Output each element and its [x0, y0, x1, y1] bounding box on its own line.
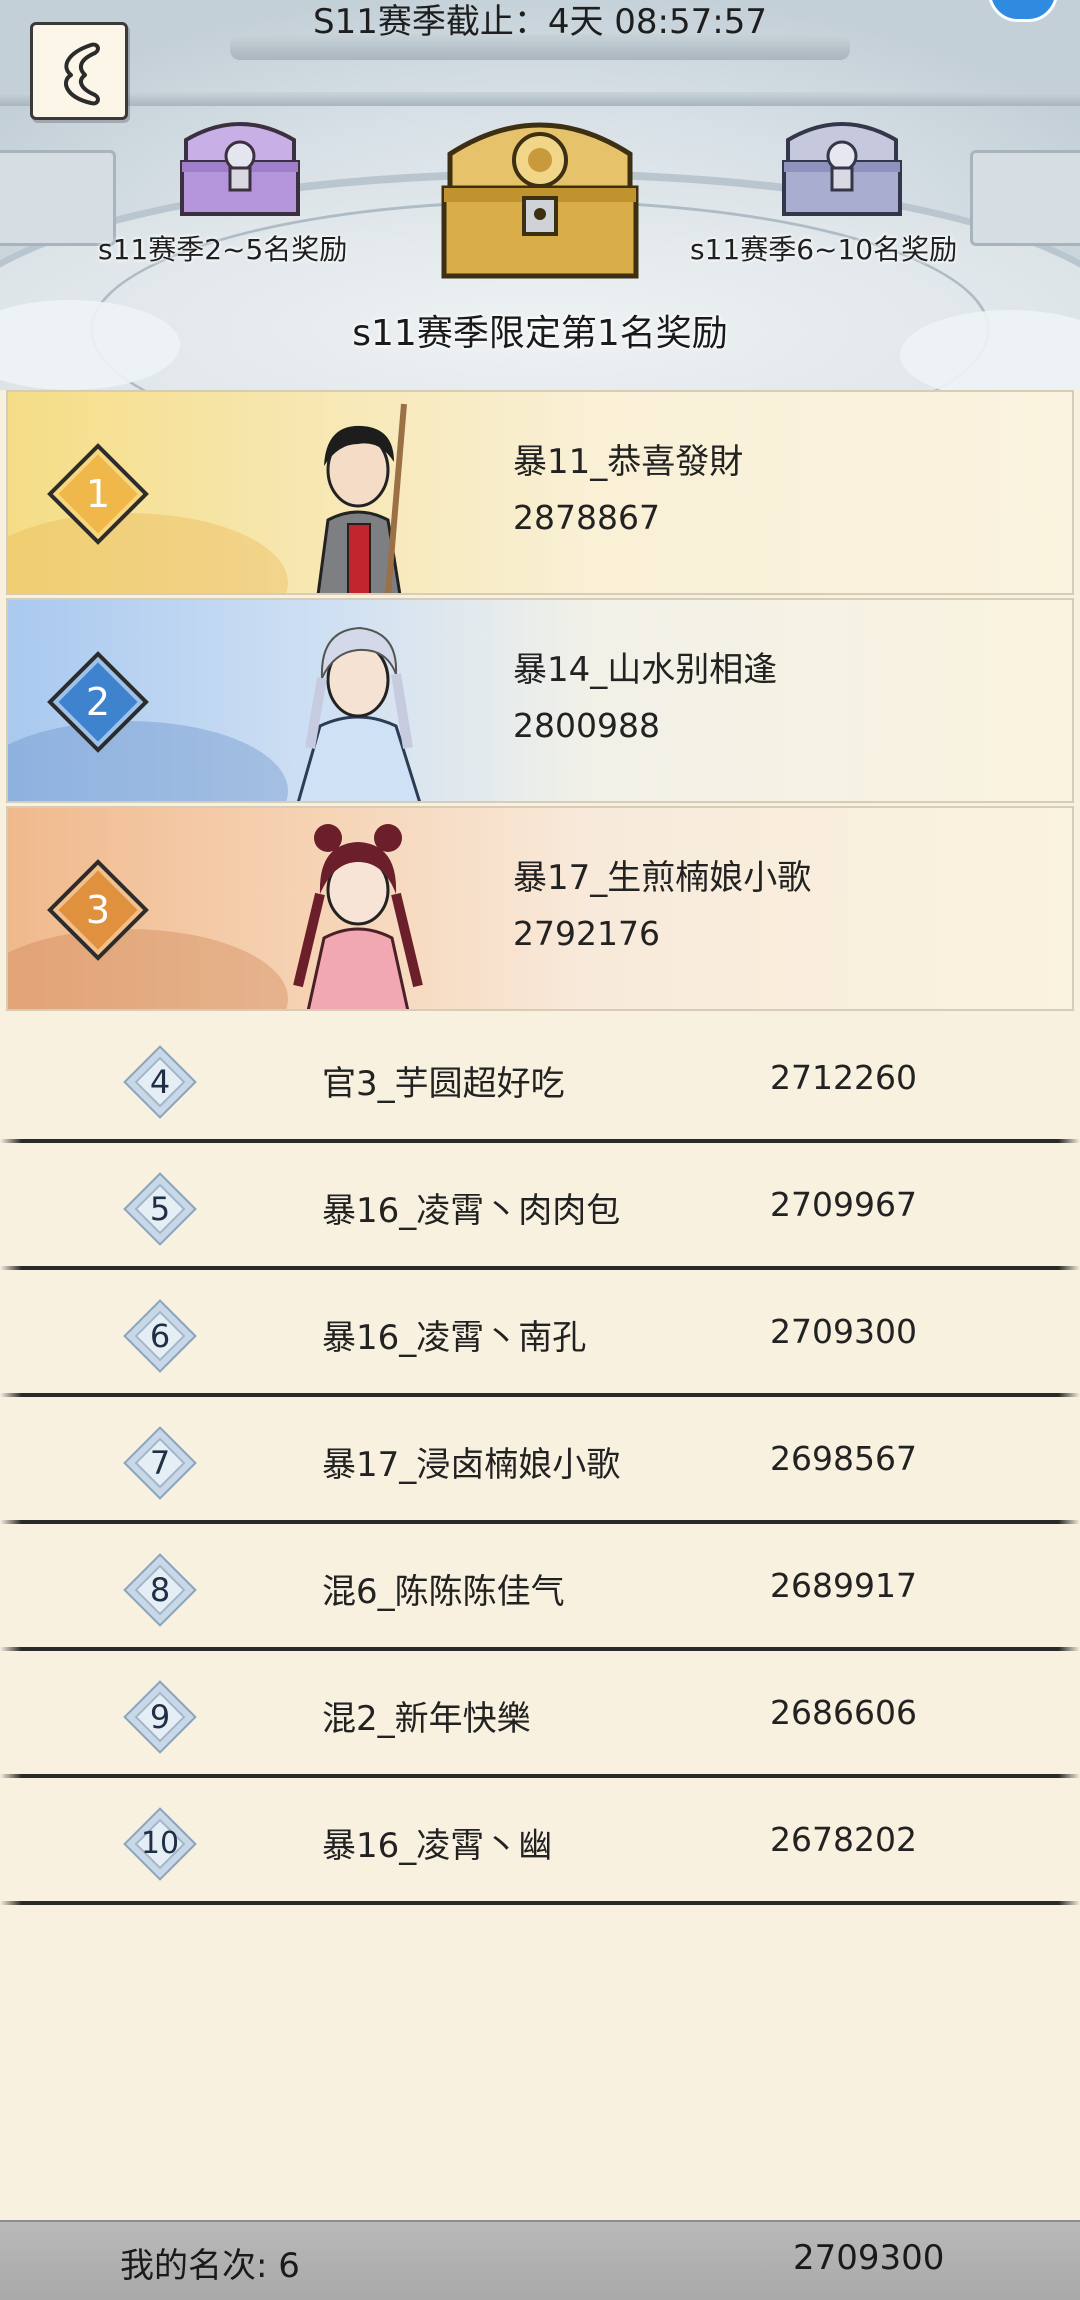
player-name: 混6_陈陈陈佳气: [322, 1572, 565, 1612]
rank-number: 5: [149, 1190, 171, 1228]
season-timer: S11赛季截止：4天 08:57:57: [313, 2, 767, 42]
player-score: 2800988: [513, 706, 660, 745]
player-score: 2678202: [770, 1820, 917, 1859]
leaderboard-row[interactable]: 9 混2_新年快樂 2686606: [0, 1651, 1080, 1778]
leaderboard-row[interactable]: 7 暴17_浸卤楠娘小歌 2698567: [0, 1397, 1080, 1524]
rank-number: 7: [149, 1444, 171, 1482]
player-name: 混2_新年快樂: [322, 1699, 531, 1739]
season-header: S11赛季截止：4天 08:57:57 s11赛季2~5名奖励 s11赛季限定第…: [0, 0, 1080, 390]
treasure-chest-main-icon[interactable]: [434, 90, 646, 290]
leaderboard-top-row[interactable]: 3 暴17_生煎楠娘小歌 2792176: [6, 806, 1074, 1011]
row-divider: [0, 1901, 1080, 1905]
leaderboard-row[interactable]: 8 混6_陈陈陈佳气 2689917: [0, 1524, 1080, 1651]
player-score: 2709967: [770, 1185, 917, 1224]
bronze-medal-icon: 3: [47, 859, 149, 961]
player-score: 2686606: [770, 1693, 917, 1732]
player-name: 暴16_凌霄丶幽: [322, 1826, 553, 1866]
rank-number: 3: [85, 888, 111, 932]
rank-badge-icon: 4: [120, 1042, 200, 1122]
treasure-chest-icon[interactable]: [774, 104, 910, 226]
leaderboard-row[interactable]: 10 暴16_凌霄丶幽 2678202: [0, 1778, 1080, 1905]
rank-number: 4: [149, 1063, 171, 1101]
rank-number: 1: [85, 472, 111, 516]
leaderboard-row[interactable]: 5 暴16_凌霄丶肉肉包 2709967: [0, 1143, 1080, 1270]
rank-badge-icon: 10: [120, 1804, 200, 1884]
rank-number: 6: [149, 1317, 171, 1355]
leaderboard-top-row[interactable]: 2 暴14_山水别相逢 2800988: [6, 598, 1074, 803]
my-rank-bar: 我的名次: 6 2709300: [0, 2220, 1080, 2300]
player-name: 暴14_山水别相逢: [513, 650, 778, 690]
leaderboard-row[interactable]: 6 暴16_凌霄丶南孔 2709300: [0, 1270, 1080, 1397]
player-name: 官3_芋圆超好吃: [322, 1064, 565, 1104]
stone-pillar-right: [970, 150, 1080, 246]
player-score: 2878867: [513, 498, 660, 537]
player-score: 2698567: [770, 1439, 917, 1478]
my-rank-label: 我的名次: 6: [120, 2246, 300, 2286]
rank-badge-icon: 5: [120, 1169, 200, 1249]
player-score: 2792176: [513, 914, 660, 953]
my-rank-score: 2709300: [793, 2238, 945, 2278]
avatar[interactable]: [258, 608, 458, 803]
leaderboard-row[interactable]: 4 官3_芋圆超好吃 2712260: [0, 1016, 1080, 1143]
player-name: 暴11_恭喜發財: [513, 442, 744, 482]
back-arrow-icon: [64, 42, 100, 106]
rank-number: 9: [149, 1698, 171, 1736]
back-button[interactable]: [30, 22, 128, 120]
avatar[interactable]: [258, 816, 458, 1011]
rank-badge-icon: 7: [120, 1423, 200, 1503]
silver-medal-icon: 2: [47, 651, 149, 753]
player-score: 2689917: [770, 1566, 917, 1605]
player-score: 2709300: [770, 1312, 917, 1351]
treasure-chest-icon[interactable]: [172, 104, 308, 226]
rank-number: 2: [85, 680, 111, 724]
leaderboard-top-row[interactable]: 1 暴11_恭喜發財 2878867: [6, 390, 1074, 595]
rank-number: 10: [140, 1826, 180, 1861]
player-name: 暴17_浸卤楠娘小歌: [322, 1445, 621, 1485]
rank-badge-icon: 9: [120, 1677, 200, 1757]
chest-left-label: s11赛季2~5名奖励: [98, 233, 348, 266]
rank-number: 8: [149, 1571, 171, 1609]
rank-badge-icon: 8: [120, 1550, 200, 1630]
player-name: 暴16_凌霄丶肉肉包: [322, 1191, 621, 1231]
chest-right-label: s11赛季6~10名奖励: [690, 233, 958, 266]
rank-badge-icon: 6: [120, 1296, 200, 1376]
player-score: 2712260: [770, 1058, 917, 1097]
gold-medal-icon: 1: [47, 443, 149, 545]
chest-main-label: s11赛季限定第1名奖励: [352, 313, 728, 354]
player-name: 暴17_生煎楠娘小歌: [513, 858, 812, 898]
avatar[interactable]: [258, 400, 458, 595]
player-name: 暴16_凌霄丶南孔: [322, 1318, 587, 1358]
